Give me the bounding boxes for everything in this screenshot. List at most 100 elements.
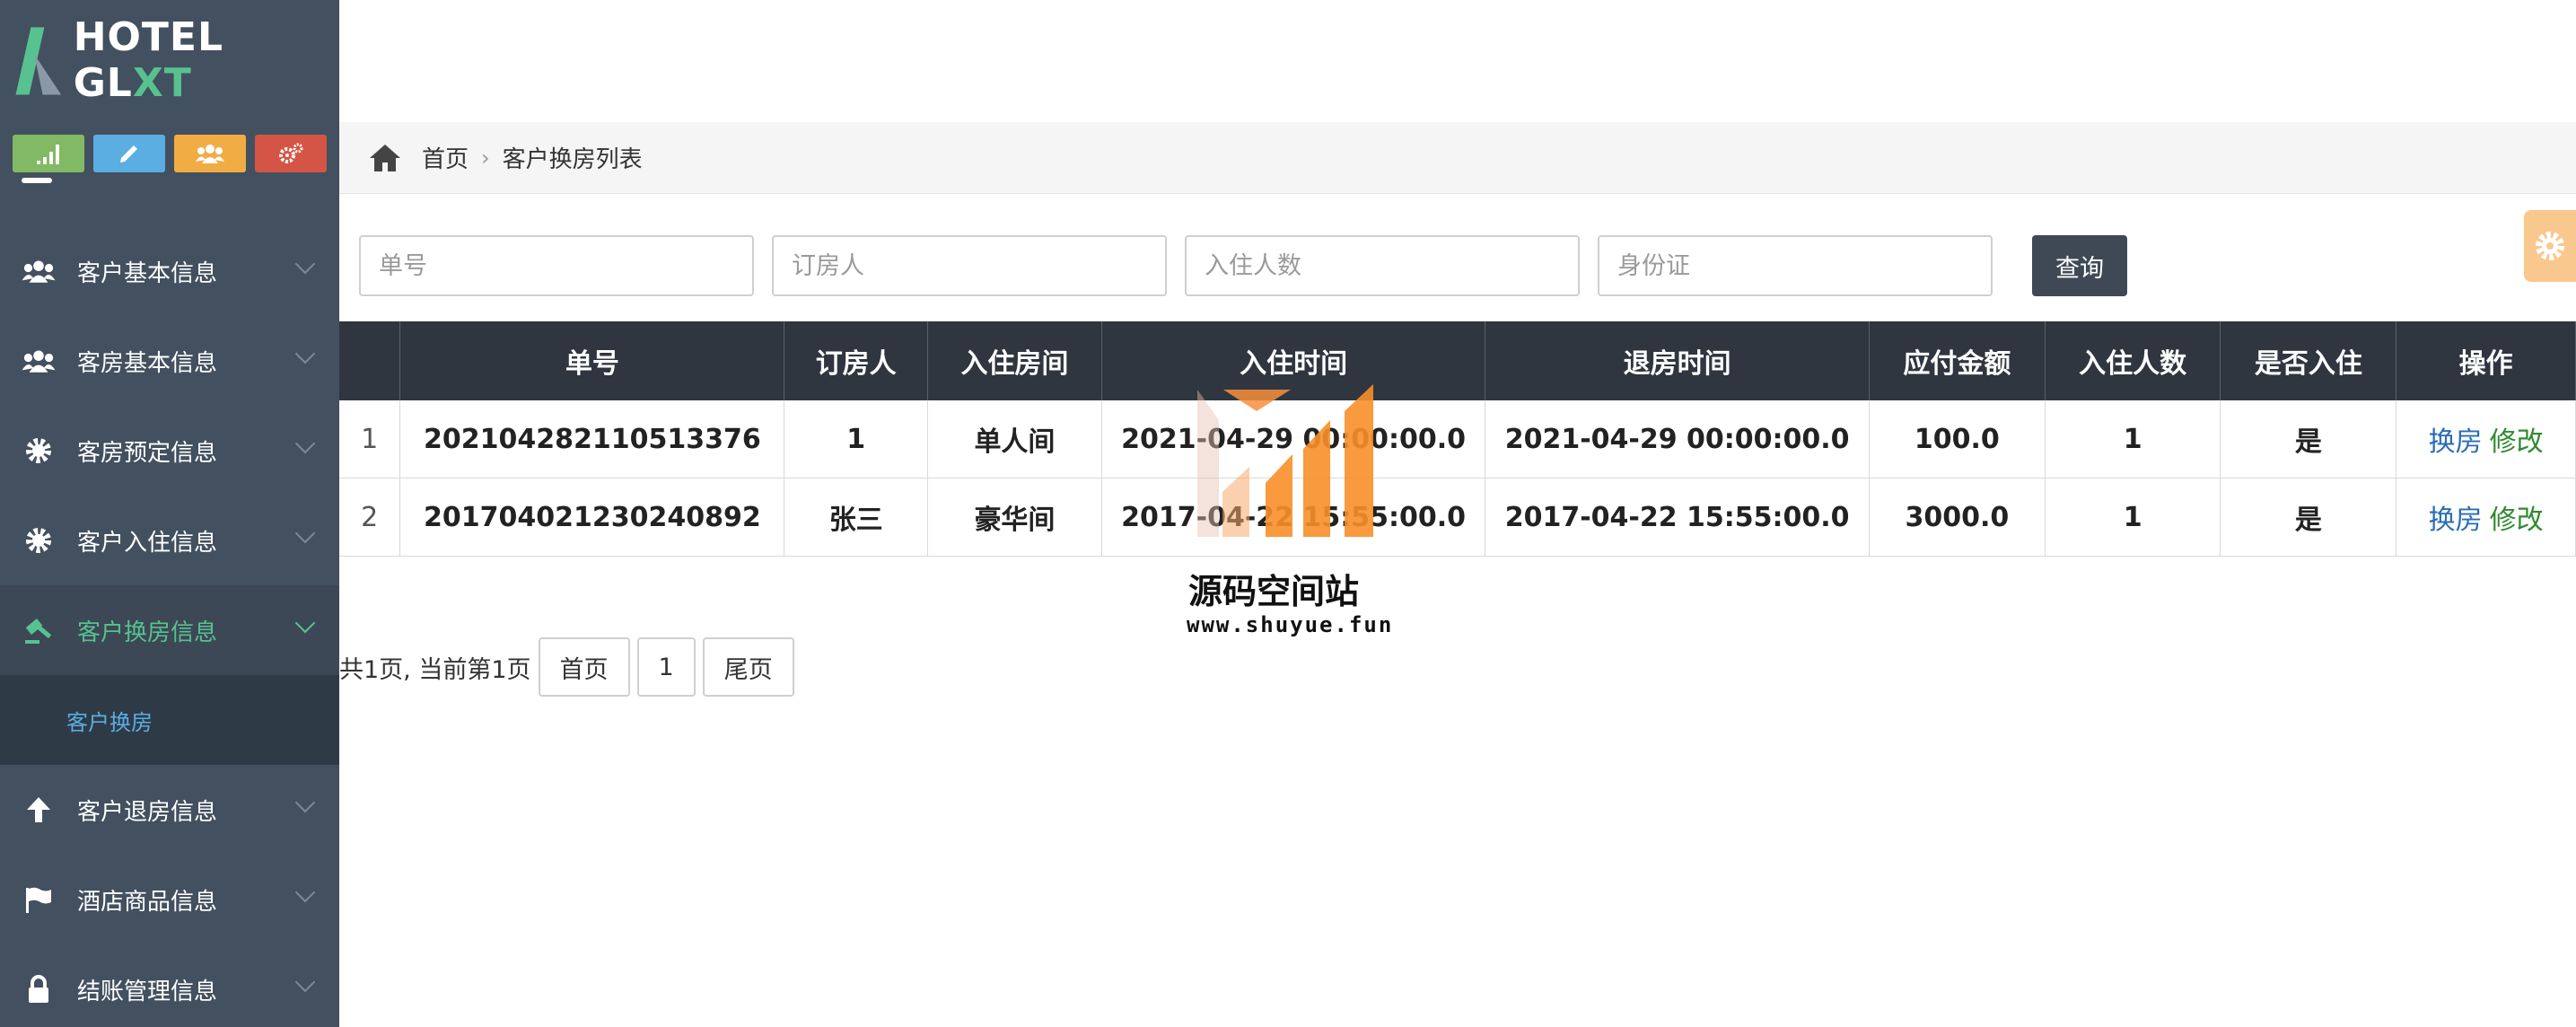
breadcrumb-home-link[interactable]: 首页 [422, 141, 469, 174]
users-icon [196, 145, 224, 163]
sidebar-item-checkin-info[interactable]: 客户入住信息 [0, 496, 339, 585]
checkout-time-cell: 2021-04-29 00:00:00.0 [1485, 400, 1870, 478]
guest-count-input[interactable] [1185, 235, 1580, 296]
row-index: 2 [339, 478, 401, 557]
pagination-summary: 共1页, 当前第1页 [339, 655, 531, 684]
edit-link[interactable]: 修改 [2490, 426, 2544, 458]
guest-count-cell: 1 [2045, 478, 2221, 557]
gavel-icon [22, 613, 56, 647]
gear-icon [22, 523, 56, 557]
checked-in-cell: 是 [2220, 400, 2397, 478]
sidebar-item-label: 客户入住信息 [77, 529, 218, 557]
change-room-link[interactable]: 换房 [2429, 505, 2483, 536]
shortcut-bar [0, 120, 339, 178]
sidebar-item-room-info[interactable]: 客房基本信息 [0, 316, 339, 406]
row-index: 1 [339, 400, 401, 478]
sidebar-item-label: 结账管理信息 [77, 978, 218, 1005]
table-row: 2 201704021230240892 张三 豪华间 2017-04-22 1… [339, 478, 2576, 557]
search-form: 查询 [359, 235, 2127, 296]
chevron-down-icon [294, 792, 316, 813]
column-header: 单号 [399, 321, 785, 400]
settings-shortcut-button[interactable] [255, 135, 327, 172]
edit-link[interactable]: 修改 [2490, 505, 2544, 536]
order-no-input[interactable] [359, 235, 754, 296]
chevron-down-icon [294, 971, 316, 993]
chevron-down-icon [294, 522, 316, 544]
chevron-down-icon [294, 612, 316, 634]
page-number-button[interactable]: 1 [636, 637, 696, 697]
sidebar-item-booking-info[interactable]: 客房预定信息 [0, 406, 339, 496]
settings-panel-toggle[interactable] [2524, 210, 2576, 282]
flag-icon [22, 882, 56, 917]
query-button[interactable]: 查询 [2032, 235, 2127, 296]
actions-cell: 换房 修改 [2396, 400, 2576, 478]
booker-input[interactable] [772, 235, 1167, 296]
sidebar-item-label: 客户退房信息 [77, 798, 218, 826]
room-cell: 单人间 [927, 400, 1102, 478]
breadcrumb-current: 客户换房列表 [502, 146, 643, 173]
users-icon [22, 254, 56, 288]
table-header-row: 单号 订房人 入住房间 入住时间 退房时间 应付金额 入住人数 是否入住 操作 [339, 321, 2576, 400]
menu-scroll-remnant [22, 178, 52, 183]
arrow-up-icon [22, 793, 56, 827]
sidebar-item-billing-info[interactable]: 结账管理信息 [0, 944, 339, 1027]
order-no-cell: 202104282110513376 [399, 400, 785, 478]
chevron-down-icon [294, 882, 316, 903]
sidebar: HOTEL GLXT 客户基本信息 客房基本信息 客房预定信息 客户入住信息 客… [0, 0, 339, 1027]
order-no-cell: 201704021230240892 [399, 478, 785, 557]
sidebar-item-label: 酒店商品信息 [77, 888, 218, 916]
home-icon[interactable] [368, 143, 402, 173]
lock-icon [22, 972, 56, 1006]
amount-cell: 3000.0 [1869, 478, 2046, 557]
column-header [339, 321, 401, 400]
booker-cell: 1 [784, 400, 929, 478]
checkout-time-cell: 2017-04-22 15:55:00.0 [1485, 478, 1870, 557]
sidebar-item-customer-info[interactable]: 客户基本信息 [0, 226, 339, 316]
chevron-down-icon [294, 433, 316, 454]
column-header: 退房时间 [1485, 321, 1870, 400]
column-header: 是否入住 [2220, 321, 2397, 400]
amount-cell: 100.0 [1869, 400, 2046, 478]
sidebar-item-label: 客房基本信息 [77, 349, 218, 377]
room-cell: 豪华间 [927, 478, 1102, 557]
column-header: 入住人数 [2045, 321, 2221, 400]
column-header: 订房人 [784, 321, 929, 400]
actions-cell: 换房 修改 [2396, 478, 2576, 557]
booker-cell: 张三 [784, 478, 929, 557]
sidebar-item-label: 客户换房信息 [77, 619, 218, 646]
sidebar-menu: 客户基本信息 客房基本信息 客房预定信息 客户入住信息 客户换房信息 客户换房 … [0, 226, 339, 1027]
sidebar-item-checkout-info[interactable]: 客户退房信息 [0, 765, 339, 855]
pagination: 共1页, 当前第1页 首页 1 尾页 [339, 637, 794, 697]
table-row: 1 202104282110513376 1 单人间 2021-04-29 00… [339, 400, 2576, 478]
stats-shortcut-button[interactable] [13, 135, 84, 172]
main-content: 首页 › 客户换房列表 查询 单号 订房人 入住房间 入住时间 退房时间 应付金… [339, 0, 2576, 1027]
watermark-url: www.shuyue.fun [1187, 612, 1394, 637]
chevron-down-icon [294, 343, 316, 364]
last-page-button[interactable]: 尾页 [702, 637, 794, 697]
submenu-item-label: 客户换房 [66, 709, 153, 735]
sidebar-item-label: 客户基本信息 [77, 259, 218, 287]
logo-text-accent: XT [132, 60, 192, 106]
guest-count-cell: 1 [2045, 400, 2221, 478]
submenu-item-room-change[interactable]: 客户换房 [0, 675, 339, 765]
signal-icon [37, 145, 59, 164]
edit-shortcut-button[interactable] [93, 135, 165, 172]
id-card-input[interactable] [1598, 235, 1993, 296]
sidebar-item-label: 客房预定信息 [77, 439, 218, 467]
sidebar-item-room-change-info[interactable]: 客户换房信息 [0, 585, 339, 675]
breadcrumb: 首页 › 客户换房列表 [339, 122, 2576, 194]
users-icon [22, 344, 56, 378]
watermark-title: 源码空间站 [1188, 572, 1360, 611]
logo[interactable]: HOTEL GLXT [0, 0, 339, 120]
column-header: 操作 [2396, 321, 2576, 400]
logo-mark-icon [15, 27, 62, 95]
change-room-link[interactable]: 换房 [2429, 426, 2483, 458]
sidebar-item-goods-info[interactable]: 酒店商品信息 [0, 855, 339, 944]
users-shortcut-button[interactable] [174, 135, 246, 172]
cogs-icon [279, 143, 303, 163]
chevron-down-icon [294, 253, 316, 275]
pencil-icon [120, 145, 137, 162]
room-change-table: 单号 订房人 入住房间 入住时间 退房时间 应付金额 入住人数 是否入住 操作 … [339, 321, 2576, 557]
gear-icon [2536, 232, 2564, 260]
first-page-button[interactable]: 首页 [538, 637, 630, 697]
